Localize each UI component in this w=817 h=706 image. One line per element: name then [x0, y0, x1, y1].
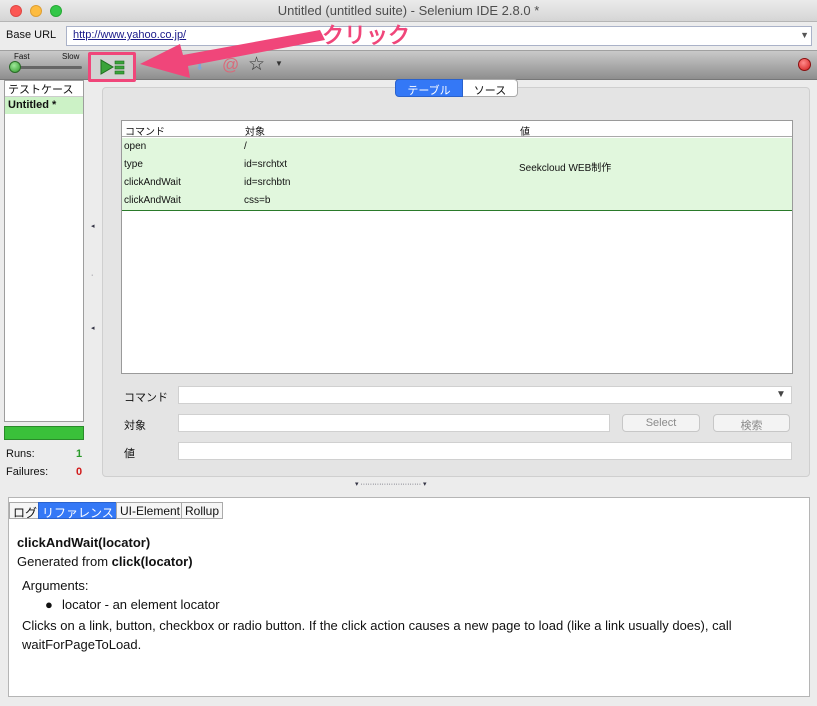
tab-source[interactable]: ソース — [463, 79, 518, 97]
reference-description: Clicks on a link, button, checkbox or ra… — [22, 618, 732, 652]
table-end-divider — [122, 210, 792, 211]
row-target: id=srchbtn — [244, 177, 291, 188]
annotation-label: クリック — [322, 24, 411, 49]
column-header-command[interactable]: コマンド — [125, 123, 165, 138]
horizontal-splitter[interactable]: ▾ ·························· ▾ — [355, 480, 465, 488]
runs-count: 1 — [76, 448, 83, 460]
row-target: css=b — [244, 195, 271, 206]
row-target: / — [244, 141, 247, 152]
target-label: 対象 — [124, 420, 146, 432]
generated-prefix: Generated from — [17, 554, 112, 569]
annotation-arrow-icon — [140, 30, 325, 78]
speed-slow-label: Slow — [62, 52, 80, 61]
reference-title: clickAndWait(locator) — [17, 535, 151, 550]
column-header-value[interactable]: 値 — [520, 123, 530, 138]
test-case-list — [4, 80, 84, 422]
bullet-icon: ● — [45, 597, 53, 612]
test-case-header: テストケース — [5, 81, 83, 97]
row-value: Seekcloud WEB制作 — [519, 163, 612, 174]
command-field[interactable] — [178, 386, 792, 404]
vertical-splitter[interactable] — [88, 80, 98, 485]
find-button[interactable]: 検索 — [713, 414, 790, 432]
value-field[interactable] — [178, 442, 792, 460]
url-dropdown-caret-icon[interactable]: ▼ — [800, 30, 809, 40]
record-button[interactable] — [798, 58, 811, 71]
tab-rollup[interactable]: Rollup — [181, 502, 224, 519]
table-row[interactable] — [122, 138, 792, 156]
table-row[interactable] — [122, 192, 792, 210]
window-title: Untitled (untitled suite) - Selenium IDE… — [277, 3, 540, 18]
reference-generated: Generated from click(locator) — [17, 554, 193, 569]
tab-ui-element[interactable]: UI-Element — [116, 502, 185, 519]
row-target: id=srchtxt — [244, 159, 288, 170]
command-label: コマンド — [124, 392, 168, 404]
select-button[interactable]: Select — [622, 414, 700, 432]
argument-item: locator - an element locator — [62, 597, 220, 612]
row-command: open — [124, 141, 147, 152]
run-progress-bar — [4, 426, 84, 440]
row-command: clickAndWait — [124, 195, 181, 206]
row-command: clickAndWait — [124, 177, 181, 188]
table-row[interactable] — [122, 174, 792, 192]
column-header-target[interactable]: 対象 — [245, 123, 265, 138]
value-label: 値 — [124, 448, 135, 460]
table-header — [122, 121, 792, 137]
table-row[interactable] — [122, 156, 792, 174]
generated-from: click(locator) — [111, 554, 193, 569]
splitter-arrow-icon: ◂ — [91, 223, 95, 230]
target-field[interactable] — [178, 414, 610, 432]
tab-reference[interactable]: リファレンス — [38, 502, 118, 520]
splitter-arrow-icon: ◂ — [91, 325, 95, 332]
base-url-label: Base URL — [6, 29, 57, 41]
arguments-label: Arguments: — [22, 578, 89, 593]
splitter-grip-icon: · — [91, 272, 94, 279]
row-command: type — [124, 159, 143, 170]
tab-table[interactable]: テーブル — [395, 79, 463, 97]
speed-fast-label: Fast — [14, 52, 30, 61]
failures-count: 0 — [76, 466, 83, 478]
runs-label: Runs: — [6, 448, 35, 460]
tab-log[interactable]: ログ — [9, 502, 42, 520]
speed-slider-track[interactable] — [12, 66, 82, 69]
speed-slider-knob[interactable] — [9, 61, 21, 73]
command-dropdown-caret-icon[interactable]: ▼ — [776, 389, 786, 400]
failures-label: Failures: — [6, 466, 49, 478]
test-case-item[interactable]: Untitled * — [5, 97, 83, 114]
